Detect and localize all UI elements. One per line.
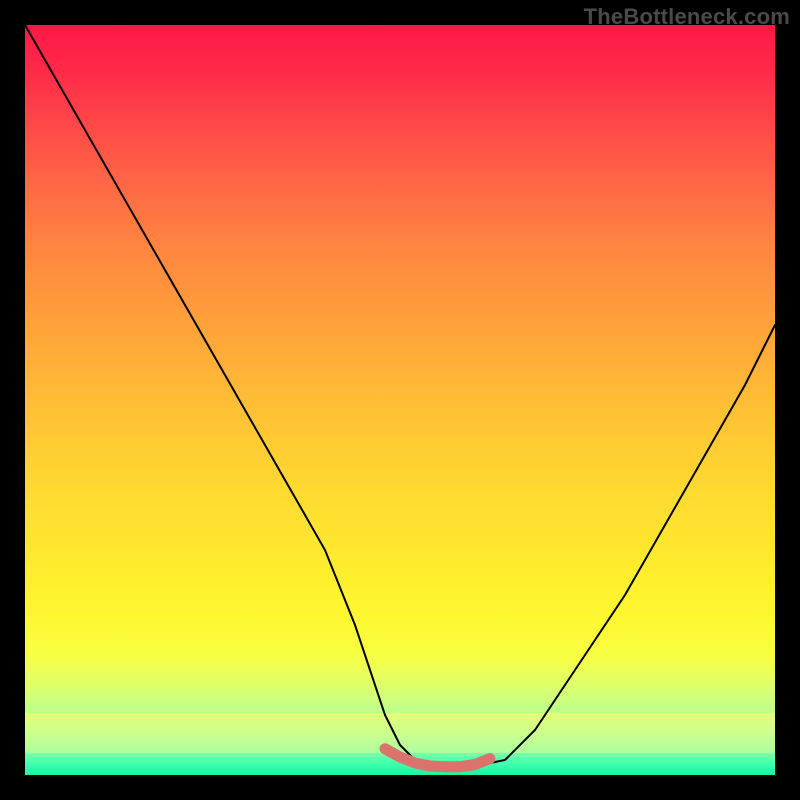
- sweet-spot-marker: [385, 749, 490, 767]
- bottleneck-curve: [25, 25, 775, 768]
- curve-layer: [25, 25, 775, 775]
- watermark-text: TheBottleneck.com: [584, 4, 790, 30]
- plot-area: [25, 25, 775, 775]
- chart-frame: TheBottleneck.com: [0, 0, 800, 800]
